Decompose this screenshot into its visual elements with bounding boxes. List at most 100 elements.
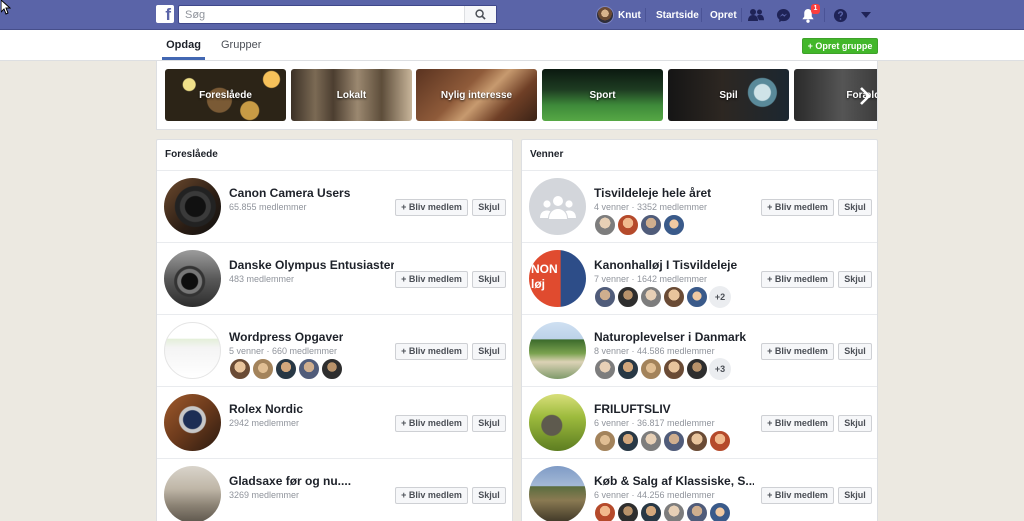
group-meta: 5 venner · 660 medlemmer: [229, 346, 338, 356]
join-group-button[interactable]: + Bliv medlem: [395, 271, 468, 288]
friend-avatar[interactable]: [663, 214, 685, 236]
more-friends-count[interactable]: +3: [709, 358, 731, 380]
join-group-button[interactable]: + Bliv medlem: [761, 415, 834, 432]
search-button[interactable]: [464, 6, 496, 23]
group-name[interactable]: Canon Camera Users: [229, 186, 350, 200]
category-sport[interactable]: Sport: [542, 69, 663, 121]
group-name[interactable]: Kanonhalløj I Tisvildeleje: [594, 258, 737, 272]
hide-group-button[interactable]: Skjul: [838, 487, 872, 504]
join-group-button[interactable]: + Bliv medlem: [395, 415, 468, 432]
join-group-button[interactable]: + Bliv medlem: [761, 199, 834, 216]
friend-avatar[interactable]: [686, 286, 708, 308]
friend-requests-button[interactable]: [747, 6, 765, 24]
friend-avatar[interactable]: [640, 286, 662, 308]
hide-group-button[interactable]: Skjul: [838, 343, 872, 360]
group-meta: 483 medlemmer: [229, 274, 295, 284]
friend-avatar[interactable]: [663, 502, 685, 521]
friend-avatar[interactable]: [594, 430, 616, 452]
friend-avatar[interactable]: [686, 358, 708, 380]
join-group-button[interactable]: + Bliv medlem: [395, 487, 468, 504]
group-avatar[interactable]: [164, 394, 221, 451]
category-local[interactable]: Lokalt: [291, 69, 412, 121]
create-link[interactable]: Opret: [710, 0, 737, 30]
friend-avatar[interactable]: [709, 430, 731, 452]
friend-avatar[interactable]: [275, 358, 297, 380]
group-avatar[interactable]: [529, 466, 586, 521]
tab-discover[interactable]: Opdag: [162, 30, 205, 60]
tab-groups[interactable]: Grupper: [221, 30, 261, 61]
friend-avatar[interactable]: [617, 286, 639, 308]
friend-avatar[interactable]: [686, 430, 708, 452]
hide-group-button[interactable]: Skjul: [838, 271, 872, 288]
group-avatar[interactable]: [529, 322, 586, 379]
group-name[interactable]: FRILUFTSLIV: [594, 402, 671, 416]
group-name[interactable]: Wordpress Opgaver: [229, 330, 343, 344]
create-group-button[interactable]: + Opret gruppe: [802, 38, 878, 54]
hide-group-button[interactable]: Skjul: [472, 199, 506, 216]
group-name[interactable]: Køb & Salg af Klassiske, S...: [594, 474, 754, 488]
hide-group-button[interactable]: Skjul: [838, 415, 872, 432]
friend-avatar[interactable]: [663, 430, 685, 452]
join-group-button[interactable]: + Bliv medlem: [761, 271, 834, 288]
group-avatar[interactable]: [529, 178, 586, 235]
group-avatar[interactable]: [164, 322, 221, 379]
friend-avatar[interactable]: [594, 502, 616, 521]
group-avatar[interactable]: [529, 394, 586, 451]
friend-avatar[interactable]: [640, 502, 662, 521]
group-avatar[interactable]: [164, 466, 221, 521]
category-label: Sport: [589, 89, 616, 101]
account-menu-button[interactable]: [857, 6, 875, 24]
search-input[interactable]: [179, 6, 465, 23]
hide-group-button[interactable]: Skjul: [472, 343, 506, 360]
friend-avatar[interactable]: [229, 358, 251, 380]
friend-avatar[interactable]: [617, 214, 639, 236]
friend-avatar[interactable]: [617, 358, 639, 380]
carousel-next-button[interactable]: [855, 83, 875, 109]
friend-avatar[interactable]: [617, 502, 639, 521]
friend-avatar[interactable]: [709, 502, 731, 521]
messenger-icon: [776, 8, 790, 22]
home-link[interactable]: Startside: [656, 0, 699, 30]
friend-avatar[interactable]: [321, 358, 343, 380]
friend-avatar[interactable]: [663, 286, 685, 308]
group-row: NON løj Kanonhalløj I Tisvildeleje 7 ven…: [522, 243, 877, 315]
group-meta: 6 venner · 44.256 medlemmer: [594, 490, 715, 500]
join-group-button[interactable]: + Bliv medlem: [761, 343, 834, 360]
group-avatar[interactable]: [164, 178, 221, 235]
hide-group-button[interactable]: Skjul: [472, 415, 506, 432]
join-group-button[interactable]: + Bliv medlem: [395, 199, 468, 216]
category-label: Nylig interesse: [440, 89, 513, 101]
category-gaming[interactable]: Spil: [668, 69, 789, 121]
category-recent-interest[interactable]: Nylig interesse: [416, 69, 537, 121]
group-name[interactable]: Rolex Nordic: [229, 402, 303, 416]
friend-avatar[interactable]: [617, 430, 639, 452]
group-name[interactable]: Gladsaxe før og nu....: [229, 474, 351, 488]
friend-avatar[interactable]: [640, 430, 662, 452]
friend-avatar[interactable]: [686, 502, 708, 521]
friend-avatar[interactable]: [640, 358, 662, 380]
friend-avatar[interactable]: [298, 358, 320, 380]
messages-button[interactable]: [774, 6, 792, 24]
create-label: Opret: [710, 9, 737, 21]
group-name[interactable]: Naturoplevelser i Danmark: [594, 330, 746, 344]
friend-avatar[interactable]: [594, 214, 616, 236]
friend-avatar[interactable]: [594, 286, 616, 308]
group-name[interactable]: Danske Olympus Entusiaster: [229, 258, 394, 272]
profile-link[interactable]: Knut: [596, 0, 641, 30]
group-name[interactable]: Tisvildeleje hele året: [594, 186, 711, 200]
hide-group-button[interactable]: Skjul: [472, 487, 506, 504]
friend-avatar[interactable]: [663, 358, 685, 380]
friend-avatar[interactable]: [594, 358, 616, 380]
hide-group-button[interactable]: Skjul: [838, 199, 872, 216]
friend-avatar[interactable]: [640, 214, 662, 236]
join-group-button[interactable]: + Bliv medlem: [395, 343, 468, 360]
friend-avatar[interactable]: [252, 358, 274, 380]
help-button[interactable]: [831, 6, 849, 24]
more-friends-count[interactable]: +2: [709, 286, 731, 308]
hide-group-button[interactable]: Skjul: [472, 271, 506, 288]
group-avatar[interactable]: NON løj: [529, 250, 586, 307]
facebook-logo[interactable]: f: [156, 5, 174, 23]
group-avatar[interactable]: [164, 250, 221, 307]
category-suggested[interactable]: Foreslåede: [165, 69, 286, 121]
join-group-button[interactable]: + Bliv medlem: [761, 487, 834, 504]
